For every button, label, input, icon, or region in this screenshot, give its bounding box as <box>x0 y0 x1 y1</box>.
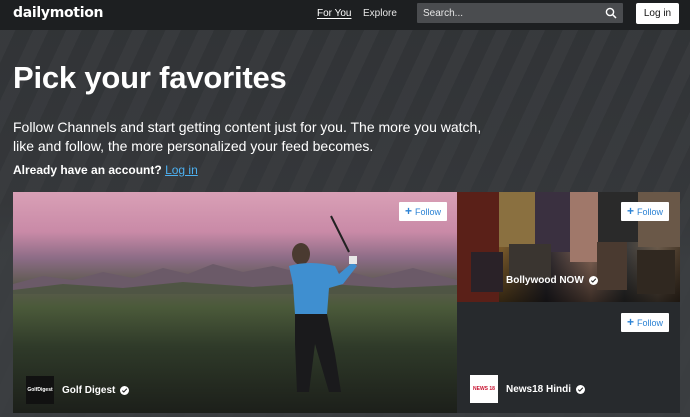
login-button[interactable]: Log in <box>636 3 679 24</box>
follow-button[interactable]: + Follow <box>621 202 670 221</box>
account-prompt-text: Already have an account? <box>13 163 162 177</box>
hero-subtitle: Follow Channels and start getting conten… <box>13 119 482 154</box>
follow-label: Follow <box>415 206 442 217</box>
follow-label: Follow <box>637 317 664 328</box>
golfer-image <box>289 215 357 392</box>
channel-name[interactable]: News18 Hindi <box>506 384 571 395</box>
channel-logo: GolfDigest <box>26 376 54 404</box>
channel-label: Bollywood NOW <box>506 275 598 286</box>
nav-for-you[interactable]: For You <box>317 8 351 19</box>
login-link[interactable]: Log in <box>165 163 198 177</box>
search-icon[interactable] <box>605 7 617 19</box>
channel-name[interactable]: Bollywood NOW <box>506 275 584 286</box>
channel-label: NEWS 18 News18 Hindi <box>470 375 586 403</box>
channel-label: GolfDigest Golf Digest <box>26 376 130 404</box>
channel-card-golf-digest[interactable]: + Follow GolfDigest Golf Digest <box>13 192 457 413</box>
mountains-image <box>13 264 457 294</box>
verified-icon <box>120 385 130 395</box>
follow-button[interactable]: + Follow <box>621 313 670 332</box>
channel-card-news18-hindi[interactable]: + Follow NEWS 18 News18 Hindi <box>457 302 680 413</box>
search-box <box>417 3 623 23</box>
search-input[interactable] <box>417 3 597 23</box>
plus-icon: + <box>627 204 635 218</box>
account-prompt: Already have an account? Log in <box>13 163 198 177</box>
channel-card-bollywood-now[interactable]: + Follow Bollywood NOW <box>457 192 680 302</box>
plus-icon: + <box>627 315 635 329</box>
follow-label: Follow <box>637 206 664 217</box>
channel-name[interactable]: Golf Digest <box>62 385 115 396</box>
dailymotion-logo[interactable]: dailymotion <box>13 5 103 21</box>
top-header: dailymotion For You Explore Log in <box>0 0 690 30</box>
plus-icon: + <box>405 204 413 218</box>
verified-icon <box>588 276 598 285</box>
follow-button[interactable]: + Follow <box>399 202 448 221</box>
verified-icon <box>576 384 586 394</box>
nav-explore[interactable]: Explore <box>363 8 397 19</box>
channel-logo: NEWS 18 <box>470 375 498 403</box>
page-title: Pick your favorites <box>13 60 287 95</box>
